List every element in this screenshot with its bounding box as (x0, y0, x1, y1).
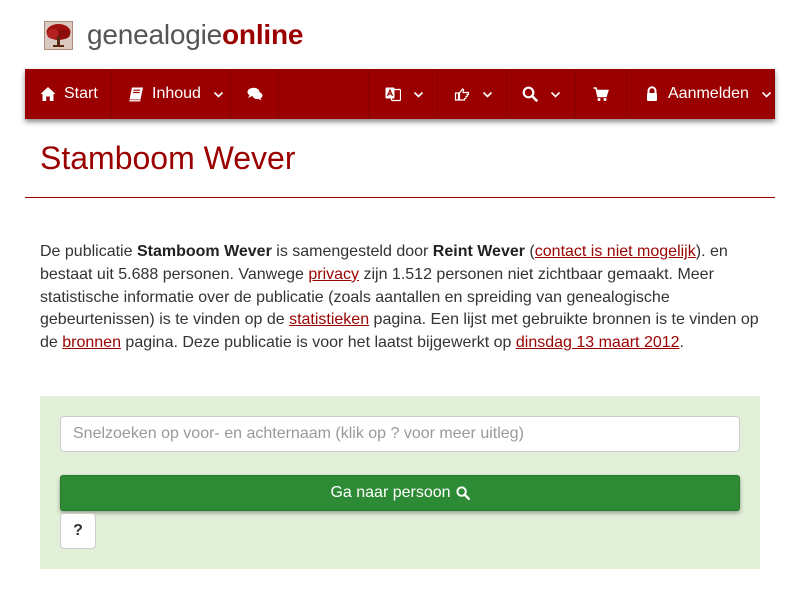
comments-icon (247, 87, 262, 101)
quick-search-input[interactable] (60, 416, 740, 452)
main-navbar: Start Inhoud Aanmelden (25, 69, 775, 119)
title-divider (25, 197, 775, 198)
nav-inhoud[interactable]: Inhoud (112, 69, 231, 119)
nav-search[interactable] (507, 69, 576, 119)
hand-point-icon (454, 88, 470, 101)
last-updated-link[interactable]: dinsdag 13 maart 2012 (516, 334, 680, 351)
privacy-link[interactable]: privacy (308, 266, 359, 283)
chevron-down-icon (482, 91, 493, 98)
chevron-down-icon (213, 91, 224, 98)
intro-text: De publicatie (40, 243, 137, 260)
statistics-link[interactable]: statistieken (289, 311, 369, 328)
search-icon (522, 86, 538, 102)
go-to-person-button[interactable]: Ga naar persoon (60, 475, 740, 511)
contact-link[interactable]: contact is niet mogelijk (535, 243, 696, 260)
nav-cart[interactable] (576, 69, 627, 119)
author-name: Reint Wever (432, 243, 525, 260)
cart-icon (593, 87, 609, 101)
intro-text: is samengesteld door (271, 243, 433, 260)
chevron-down-icon (413, 91, 424, 98)
language-icon (385, 87, 401, 102)
nav-spacer (279, 69, 369, 119)
go-to-person-label: Ga naar persoon (330, 484, 451, 501)
intro-text: pagina. Deze publicatie is voor het laat… (120, 334, 516, 352)
nav-login[interactable]: Aanmelden (627, 69, 775, 119)
lock-icon (647, 86, 657, 101)
site-header: genealogieonline (44, 18, 303, 52)
nav-forum[interactable] (231, 69, 279, 119)
search-icon (455, 486, 470, 500)
tree-icon[interactable] (44, 20, 73, 50)
brand-name[interactable]: genealogieonline (87, 19, 303, 51)
quick-search-panel: Ga naar persoon ? (40, 396, 760, 569)
intro-text: . (679, 334, 684, 352)
nav-start-label: Start (64, 85, 98, 102)
brand-part-2: online (222, 19, 304, 50)
nav-share[interactable] (438, 69, 507, 119)
chevron-down-icon (761, 91, 772, 98)
nav-inhoud-label: Inhoud (152, 85, 201, 102)
chevron-down-icon (550, 91, 561, 98)
publication-name: Stamboom Wever (136, 243, 272, 260)
intro-text: ( (524, 243, 535, 260)
publication-intro: De publicatie Stamboom Wever is samenges… (40, 241, 768, 355)
nav-login-label: Aanmelden (668, 85, 749, 102)
page-title: Stamboom Wever (40, 140, 296, 176)
home-icon (40, 87, 56, 101)
search-help-button[interactable]: ? (60, 513, 96, 549)
sources-link[interactable]: bronnen (62, 334, 121, 351)
nav-start[interactable]: Start (25, 69, 112, 119)
brand-part-1: genealogie (87, 19, 223, 50)
book-icon (129, 87, 143, 102)
nav-language[interactable] (369, 69, 438, 119)
